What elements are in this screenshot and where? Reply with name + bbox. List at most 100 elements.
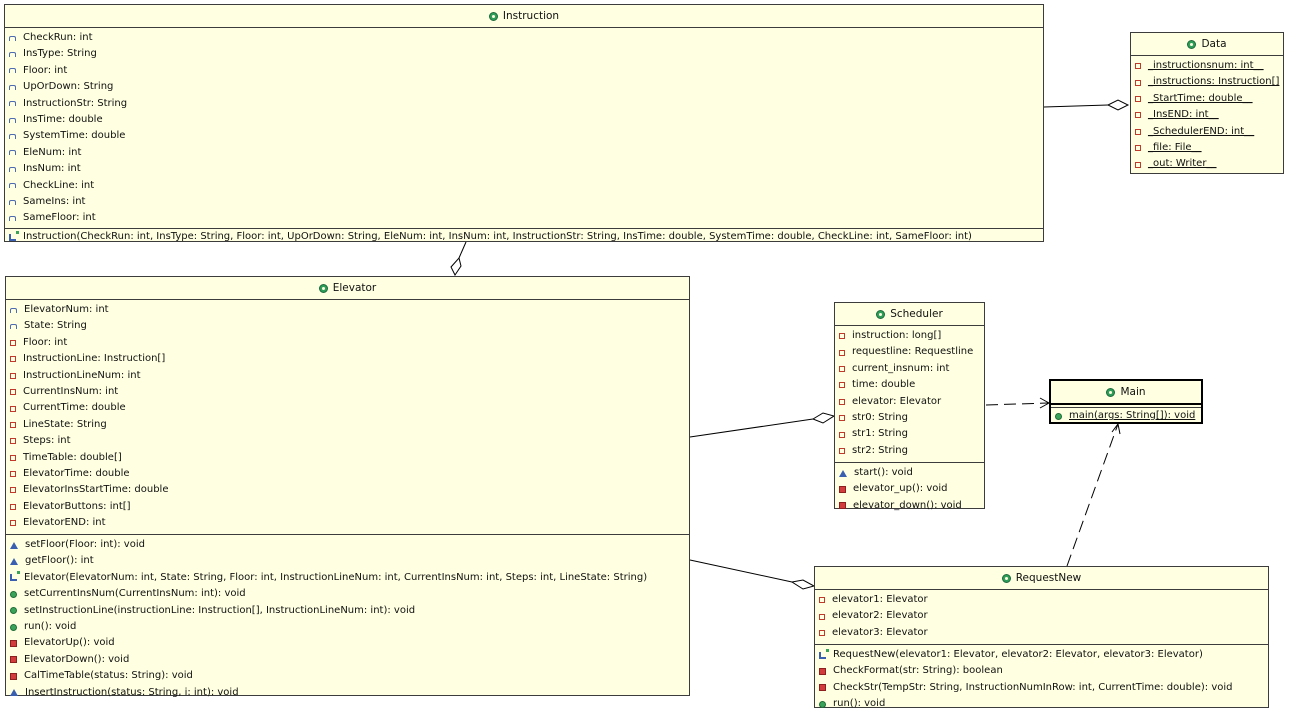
public-method-icon <box>1055 412 1062 420</box>
aggregation-diamond-elevator-top <box>450 256 462 276</box>
attribute-row: current_insnum: int <box>835 361 984 377</box>
package-field-icon <box>10 324 17 330</box>
attribute-row: elevator: Elevator <box>835 394 984 410</box>
private-field-icon <box>1135 95 1141 102</box>
package-field-icon <box>9 84 16 90</box>
package-field-icon <box>9 199 16 205</box>
method-row: start(): void <box>835 465 984 481</box>
attribute-row: elevator2: Elevator <box>815 608 1268 624</box>
class-requestnew[interactable]: RequestNew elevator1: Elevator elevator2… <box>814 566 1269 709</box>
class-icon <box>1001 573 1011 583</box>
private-field-icon <box>1135 79 1141 86</box>
method-row: CheckStr(TempStr: String, InstructionNum… <box>815 680 1268 696</box>
package-field-icon <box>9 52 16 58</box>
attribute-row: ElevatorInsStartTime: double <box>6 482 689 498</box>
class-icon <box>1187 39 1197 49</box>
aggregation-edge-instruction-data <box>1043 104 1109 108</box>
methods-section: start(): void elevator_up(): void elevat… <box>835 462 984 514</box>
private-field-icon <box>819 613 825 620</box>
private-method-icon <box>10 672 17 680</box>
class-icon <box>488 11 498 21</box>
package-field-icon <box>10 307 17 313</box>
attribute-row: LineState: String <box>6 417 689 433</box>
class-icon <box>318 283 328 293</box>
private-field-icon <box>10 389 16 396</box>
public-method-icon <box>819 700 826 708</box>
private-method-icon <box>839 486 846 494</box>
attributes-section: elevator1: Elevator elevator2: Elevator … <box>815 590 1268 644</box>
attributes-section: instruction: long[] requestline: Request… <box>835 326 984 462</box>
attribute-row: TimeTable: double[] <box>6 450 689 466</box>
attribute-row: CheckRun: int <box>5 30 1043 46</box>
attribute-row: _instructions: Instruction[] <box>1131 74 1283 90</box>
private-field-icon <box>10 438 16 445</box>
private-field-icon <box>839 349 845 356</box>
attribute-row: elevator1: Elevator <box>815 592 1268 608</box>
class-elevator[interactable]: Elevator ElevatorNum: int State: String … <box>5 276 690 698</box>
class-scheduler[interactable]: Scheduler instruction: long[] requestlin… <box>834 302 985 511</box>
method-row: ElevatorDown(): void <box>6 652 689 668</box>
method-row: setFloor(Floor: int): void <box>6 537 689 553</box>
attribute-row: InsType: String <box>5 46 1043 62</box>
package-field-icon <box>9 166 16 172</box>
attribute-row: ElevatorTime: double <box>6 466 689 482</box>
attribute-row: SameFloor: int <box>5 210 1043 226</box>
attribute-row: InstructionLineNum: int <box>6 368 689 384</box>
attributes-section: _instructionsnum: int__ _instructions: I… <box>1131 56 1283 173</box>
package-method-icon <box>839 469 847 477</box>
attribute-row: _SchedulerEND: int__ <box>1131 124 1283 140</box>
attribute-row: EleNum: int <box>5 145 1043 161</box>
attribute-row: elevator3: Elevator <box>815 625 1268 641</box>
attribute-row: Steps: int <box>6 433 689 449</box>
attribute-row: ElevatorEND: int <box>6 515 689 531</box>
attribute-row: Floor: int <box>5 63 1043 79</box>
method-row: ElevatorUp(): void <box>6 635 689 651</box>
aggregation-diamond-data <box>1106 99 1130 111</box>
method-row: getFloor(): int <box>6 553 689 569</box>
class-icon <box>1106 387 1116 397</box>
private-field-icon <box>1135 145 1141 152</box>
class-data[interactable]: Data _instructionsnum: int__ _instructio… <box>1130 32 1284 174</box>
package-field-icon <box>9 35 16 41</box>
public-method-icon <box>10 590 17 598</box>
package-method-icon <box>10 558 18 566</box>
aggregation-diamond-requestnew <box>790 579 816 590</box>
class-name: Data <box>1201 38 1227 50</box>
attribute-row: UpOrDown: String <box>5 79 1043 95</box>
class-name: Main <box>1120 386 1146 398</box>
attribute-row: CheckLine: int <box>5 178 1043 194</box>
private-field-icon <box>839 415 845 422</box>
methods-section: main(args: String[]): void <box>1051 407 1201 424</box>
package-method-icon <box>10 689 18 697</box>
attribute-row: InsTime: double <box>5 112 1043 128</box>
class-header: Scheduler <box>835 303 984 326</box>
private-field-icon <box>1135 63 1141 70</box>
dependency-edge-requestnew-main <box>1066 423 1119 567</box>
method-row: Instruction(CheckRun: int, InsType: Stri… <box>5 229 1043 245</box>
private-method-icon <box>10 656 17 664</box>
method-row: setInstructionLine(instructionLine: Inst… <box>6 603 689 619</box>
attribute-row: ElevatorNum: int <box>6 302 689 318</box>
private-field-icon <box>10 503 16 510</box>
method-row: main(args: String[]): void <box>1051 408 1201 424</box>
private-field-icon <box>10 421 16 428</box>
class-main[interactable]: Main main(args: String[]): void <box>1049 379 1203 424</box>
attribute-row: _StartTime: double__ <box>1131 91 1283 107</box>
class-instruction[interactable]: Instruction CheckRun: int InsType: Strin… <box>4 4 1044 242</box>
attribute-row: str1: String <box>835 426 984 442</box>
class-header: Main <box>1051 381 1201 405</box>
attribute-row: instruction: long[] <box>835 328 984 344</box>
public-method-icon <box>10 623 17 631</box>
attribute-row: _out: Writer__ <box>1131 156 1283 172</box>
attributes-section: ElevatorNum: int State: String Floor: in… <box>6 300 689 534</box>
method-row: run(): void <box>6 619 689 635</box>
class-name: RequestNew <box>1015 572 1082 584</box>
private-field-icon <box>10 520 16 527</box>
private-method-icon <box>819 668 826 676</box>
methods-section <box>1131 172 1283 176</box>
private-field-icon <box>839 333 845 340</box>
private-field-icon <box>10 487 16 494</box>
private-field-icon <box>1135 112 1141 119</box>
method-row: RequestNew(elevator1: Elevator, elevator… <box>815 647 1268 663</box>
class-icon <box>876 309 886 319</box>
